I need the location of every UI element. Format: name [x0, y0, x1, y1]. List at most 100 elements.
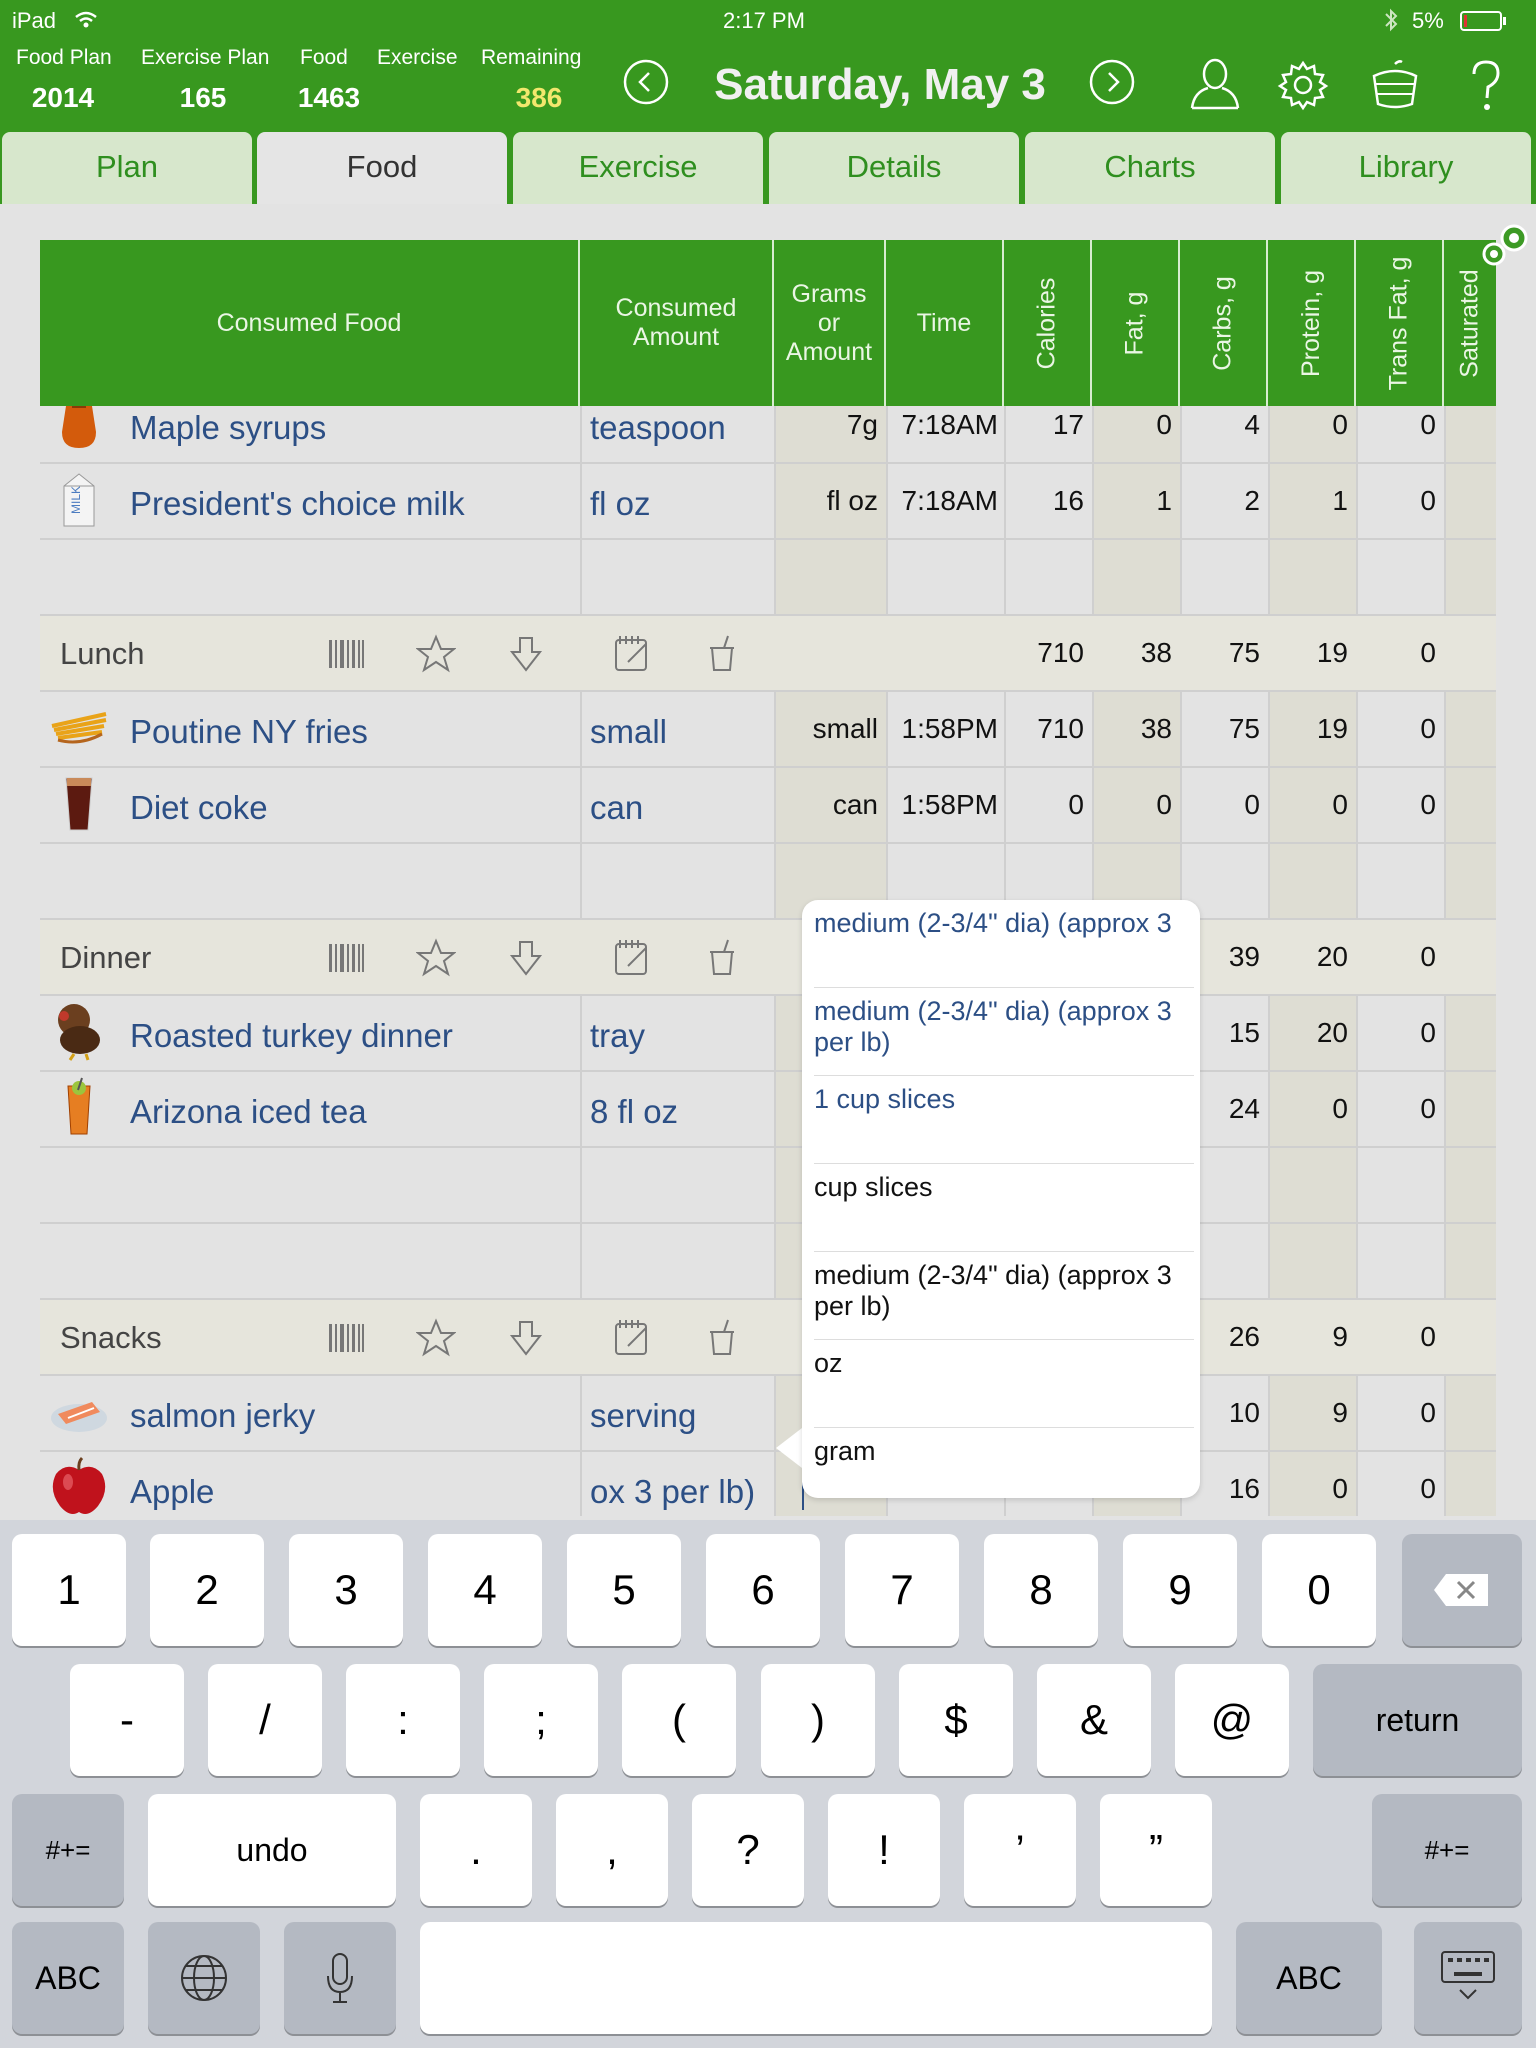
delete-key[interactable] [1402, 1534, 1522, 1646]
key-7[interactable]: 7 [845, 1534, 959, 1646]
notepad-icon[interactable] [612, 1318, 652, 1358]
key-5[interactable]: ) [761, 1664, 875, 1776]
tab-plan[interactable]: Plan [2, 132, 252, 204]
abc-key-right[interactable]: ABC [1236, 1922, 1382, 2034]
next-day-icon[interactable] [1088, 58, 1136, 106]
key-8[interactable]: 8 [984, 1534, 1098, 1646]
key-punct-3[interactable]: ! [828, 1794, 940, 1906]
key-2[interactable]: : [346, 1664, 460, 1776]
key-4[interactable]: ( [622, 1664, 736, 1776]
consumed-amount[interactable]: fl oz [590, 464, 800, 538]
food-name[interactable]: Maple syrups [130, 406, 610, 462]
table-row[interactable]: MILK President's choice milk fl oz fl oz 7:1… [40, 464, 1496, 540]
download-arrow-icon[interactable] [506, 1318, 546, 1358]
empty-row[interactable] [40, 1224, 1496, 1300]
tab-charts[interactable]: Charts [1025, 132, 1275, 204]
consumed-amount[interactable]: teaspoon [590, 406, 800, 462]
col-grams[interactable]: Grams or Amount [774, 240, 886, 406]
profile-icon[interactable] [1188, 56, 1242, 112]
key-3[interactable]: 3 [289, 1534, 403, 1646]
previous-day-icon[interactable] [622, 58, 670, 106]
food-name[interactable]: Poutine NY fries [130, 692, 610, 766]
abc-key-left[interactable]: ABC [12, 1922, 124, 2034]
help-icon[interactable] [1466, 58, 1506, 114]
col-carbs[interactable]: Carbs, g [1180, 240, 1268, 406]
consumed-amount[interactable]: ox 3 per lb) [590, 1452, 800, 1516]
serving-option[interactable]: 1 cup slices [814, 1076, 1194, 1164]
favorite-star-icon[interactable] [415, 634, 457, 674]
col-consumed-food[interactable]: Consumed Food [40, 240, 580, 406]
key-5[interactable]: 5 [567, 1534, 681, 1646]
consumed-amount[interactable]: small [590, 692, 800, 766]
table-row[interactable]: Arizona iced tea 8 fl oz 24 0 0 [40, 1072, 1496, 1148]
key-1[interactable]: 1 [12, 1534, 126, 1646]
meal-section-row[interactable]: Snacks 26 9 0 [40, 1300, 1496, 1376]
key-4[interactable]: 4 [428, 1534, 542, 1646]
key-9[interactable]: 9 [1123, 1534, 1237, 1646]
food-name[interactable]: Diet coke [130, 768, 610, 842]
drink-icon[interactable] [702, 634, 742, 674]
hide-keyboard-key[interactable] [1414, 1922, 1522, 2034]
serving-option[interactable]: gram [814, 1428, 1194, 1498]
table-row[interactable]: Roasted turkey dinner tray 15 20 0 [40, 996, 1496, 1072]
barcode-icon[interactable] [326, 1318, 366, 1358]
key-7[interactable]: & [1037, 1664, 1151, 1776]
tab-exercise[interactable]: Exercise [513, 132, 763, 204]
serving-option[interactable]: medium (2-3/4" dia) (approx 3 per lb) [814, 1252, 1194, 1340]
download-arrow-icon[interactable] [506, 938, 546, 978]
meal-section-row[interactable]: Lunch 710 38 75 19 0 [40, 616, 1496, 692]
key-punct-4[interactable]: ’ [964, 1794, 1076, 1906]
symbols-key-left[interactable]: #+= [12, 1794, 124, 1906]
serving-option[interactable]: medium (2-3/4" dia) (approx 3 per lb) [814, 988, 1194, 1076]
food-scale-icon[interactable] [1366, 58, 1424, 112]
serving-option[interactable]: oz [814, 1340, 1194, 1428]
food-name[interactable]: Apple [130, 1452, 610, 1516]
settings-icon[interactable] [1276, 58, 1330, 112]
key-0[interactable]: - [70, 1664, 184, 1776]
food-name[interactable]: Arizona iced tea [130, 1072, 610, 1146]
table-row[interactable]: Apple ox 3 per lb) 16 0 0 [40, 1452, 1496, 1516]
symbols-key-right[interactable]: #+= [1372, 1794, 1522, 1906]
drink-icon[interactable] [702, 1318, 742, 1358]
serving-option[interactable]: cup slices [814, 1164, 1194, 1252]
tab-food[interactable]: Food [257, 132, 507, 204]
empty-row[interactable] [40, 844, 1496, 920]
key-2[interactable]: 2 [150, 1534, 264, 1646]
key-0[interactable]: 0 [1262, 1534, 1376, 1646]
key-punct-1[interactable]: , [556, 1794, 668, 1906]
globe-key[interactable] [148, 1922, 260, 2034]
consumed-amount[interactable]: serving [590, 1376, 800, 1450]
dictation-key[interactable] [284, 1922, 396, 2034]
key-1[interactable]: / [208, 1664, 322, 1776]
consumed-amount[interactable]: can [590, 768, 800, 842]
meal-section-row[interactable]: Dinner 39 20 0 [40, 920, 1496, 996]
table-settings-icon[interactable] [1476, 220, 1534, 272]
download-arrow-icon[interactable] [506, 634, 546, 674]
table-row[interactable]: Poutine NY fries small small 1:58PM 710 38 75 1… [40, 692, 1496, 768]
col-consumed-amount[interactable]: Consumed Amount [580, 240, 774, 406]
table-row[interactable]: Maple syrups teaspoon 7g 7:18AM 17 0 4 0 0 [40, 406, 1496, 464]
table-row[interactable]: salmon jerky serving 10 9 0 [40, 1376, 1496, 1452]
barcode-icon[interactable] [326, 938, 366, 978]
table-row[interactable]: Diet coke can can 1:58PM 0 0 0 0 0 [40, 768, 1496, 844]
consumed-amount[interactable]: tray [590, 996, 800, 1070]
tab-library[interactable]: Library [1281, 132, 1531, 204]
col-trans-fat[interactable]: Trans Fat, g [1356, 240, 1444, 406]
food-name[interactable]: Roasted turkey dinner [130, 996, 610, 1070]
notepad-icon[interactable] [612, 938, 652, 978]
barcode-icon[interactable] [326, 634, 366, 674]
col-time[interactable]: Time [886, 240, 1004, 406]
key-6[interactable]: $ [899, 1664, 1013, 1776]
key-punct-2[interactable]: ? [692, 1794, 804, 1906]
food-name[interactable]: President's choice milk [130, 464, 610, 538]
col-calories[interactable]: Calories [1004, 240, 1092, 406]
food-name[interactable]: salmon jerky [130, 1376, 610, 1450]
favorite-star-icon[interactable] [415, 1318, 457, 1358]
drink-icon[interactable] [702, 938, 742, 978]
key-8[interactable]: @ [1175, 1664, 1289, 1776]
notepad-icon[interactable] [612, 634, 652, 674]
col-fat[interactable]: Fat, g [1092, 240, 1180, 406]
consumed-amount[interactable]: 8 fl oz [590, 1072, 800, 1146]
favorite-star-icon[interactable] [415, 938, 457, 978]
undo-key[interactable]: undo [148, 1794, 396, 1906]
